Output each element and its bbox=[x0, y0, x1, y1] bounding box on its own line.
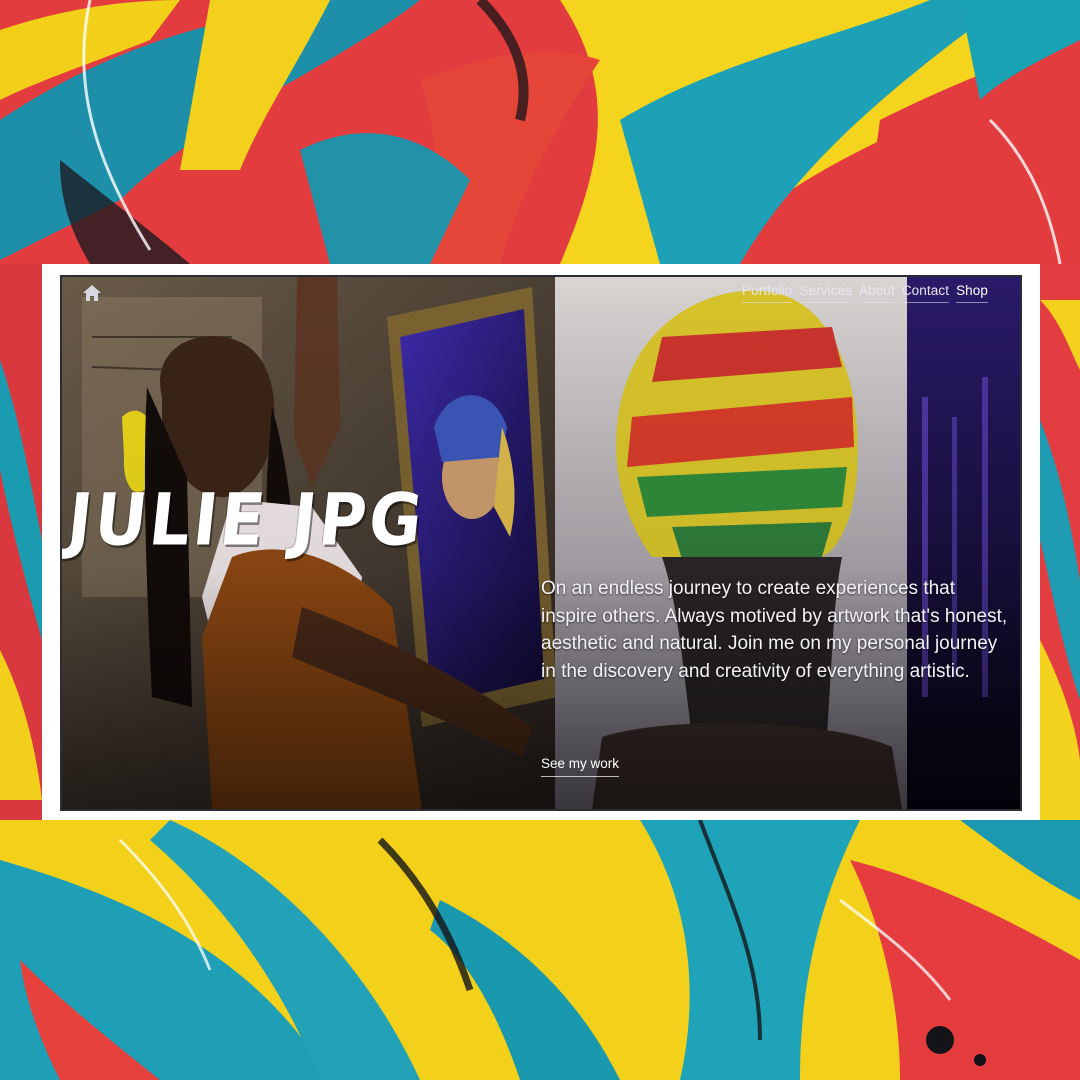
nav-contact[interactable]: Contact bbox=[901, 283, 950, 303]
hero-tagline: On an endless journey to create experien… bbox=[541, 578, 1008, 682]
nav-shop[interactable]: Shop bbox=[956, 283, 988, 303]
screenshot-frame: Portfolio Services About Contact Shop JU… bbox=[42, 264, 1040, 820]
main-nav: Portfolio Services About Contact Shop bbox=[742, 283, 988, 303]
see-my-work-link[interactable]: See my work bbox=[541, 756, 620, 777]
nav-about[interactable]: About bbox=[859, 283, 895, 303]
brand-title: JULIE JPG bbox=[63, 479, 429, 563]
home-icon[interactable] bbox=[81, 283, 103, 303]
nav-services[interactable]: Services bbox=[799, 283, 853, 303]
nav-portfolio[interactable]: Portfolio bbox=[742, 283, 793, 303]
website-hero: Portfolio Services About Contact Shop JU… bbox=[60, 275, 1022, 811]
